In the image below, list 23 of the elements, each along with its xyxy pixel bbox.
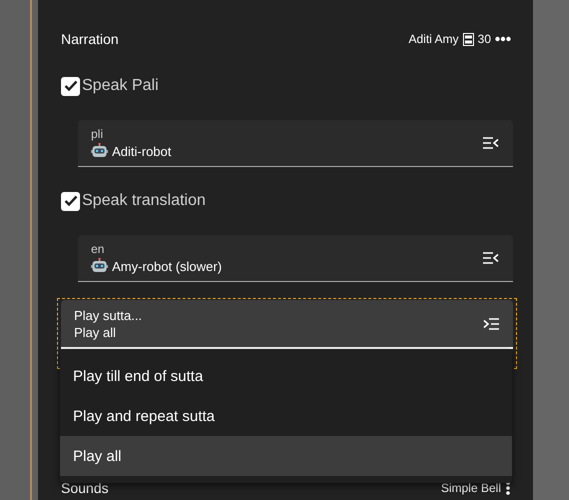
- menu-item[interactable]: Play all: [60, 436, 512, 476]
- voice-select[interactable]: en Amy-robot (slower): [78, 235, 513, 282]
- voice-select[interactable]: pli Aditi-robot: [78, 120, 513, 167]
- missing-glyph-icon: [462, 32, 474, 46]
- list-collapse-icon: [483, 252, 499, 264]
- sound-value: Simple Bell: [440, 481, 501, 495]
- check-icon: [64, 195, 78, 207]
- section-title: Sounds: [61, 480, 108, 496]
- speed-value: 30: [478, 32, 491, 46]
- list-expand-icon: [483, 318, 499, 330]
- check-icon: [64, 80, 78, 92]
- menu-item[interactable]: Play till end of sutta: [60, 356, 512, 396]
- list-collapse-icon: [483, 137, 499, 149]
- speak-checkbox[interactable]: Speak translation: [61, 189, 206, 213]
- more-icon[interactable]: [495, 36, 511, 42]
- robot-icon: [91, 143, 108, 159]
- more-vertical-icon[interactable]: [505, 481, 511, 495]
- voice-summary: Aditi Amy: [408, 32, 459, 46]
- play-select[interactable]: Play sutta... Play all: [61, 300, 513, 349]
- menu-item[interactable]: Play and repeat sutta: [60, 396, 512, 436]
- section-title: Narration: [61, 31, 119, 47]
- robot-icon: [91, 258, 108, 274]
- speak-checkbox[interactable]: Speak Pali: [61, 74, 158, 98]
